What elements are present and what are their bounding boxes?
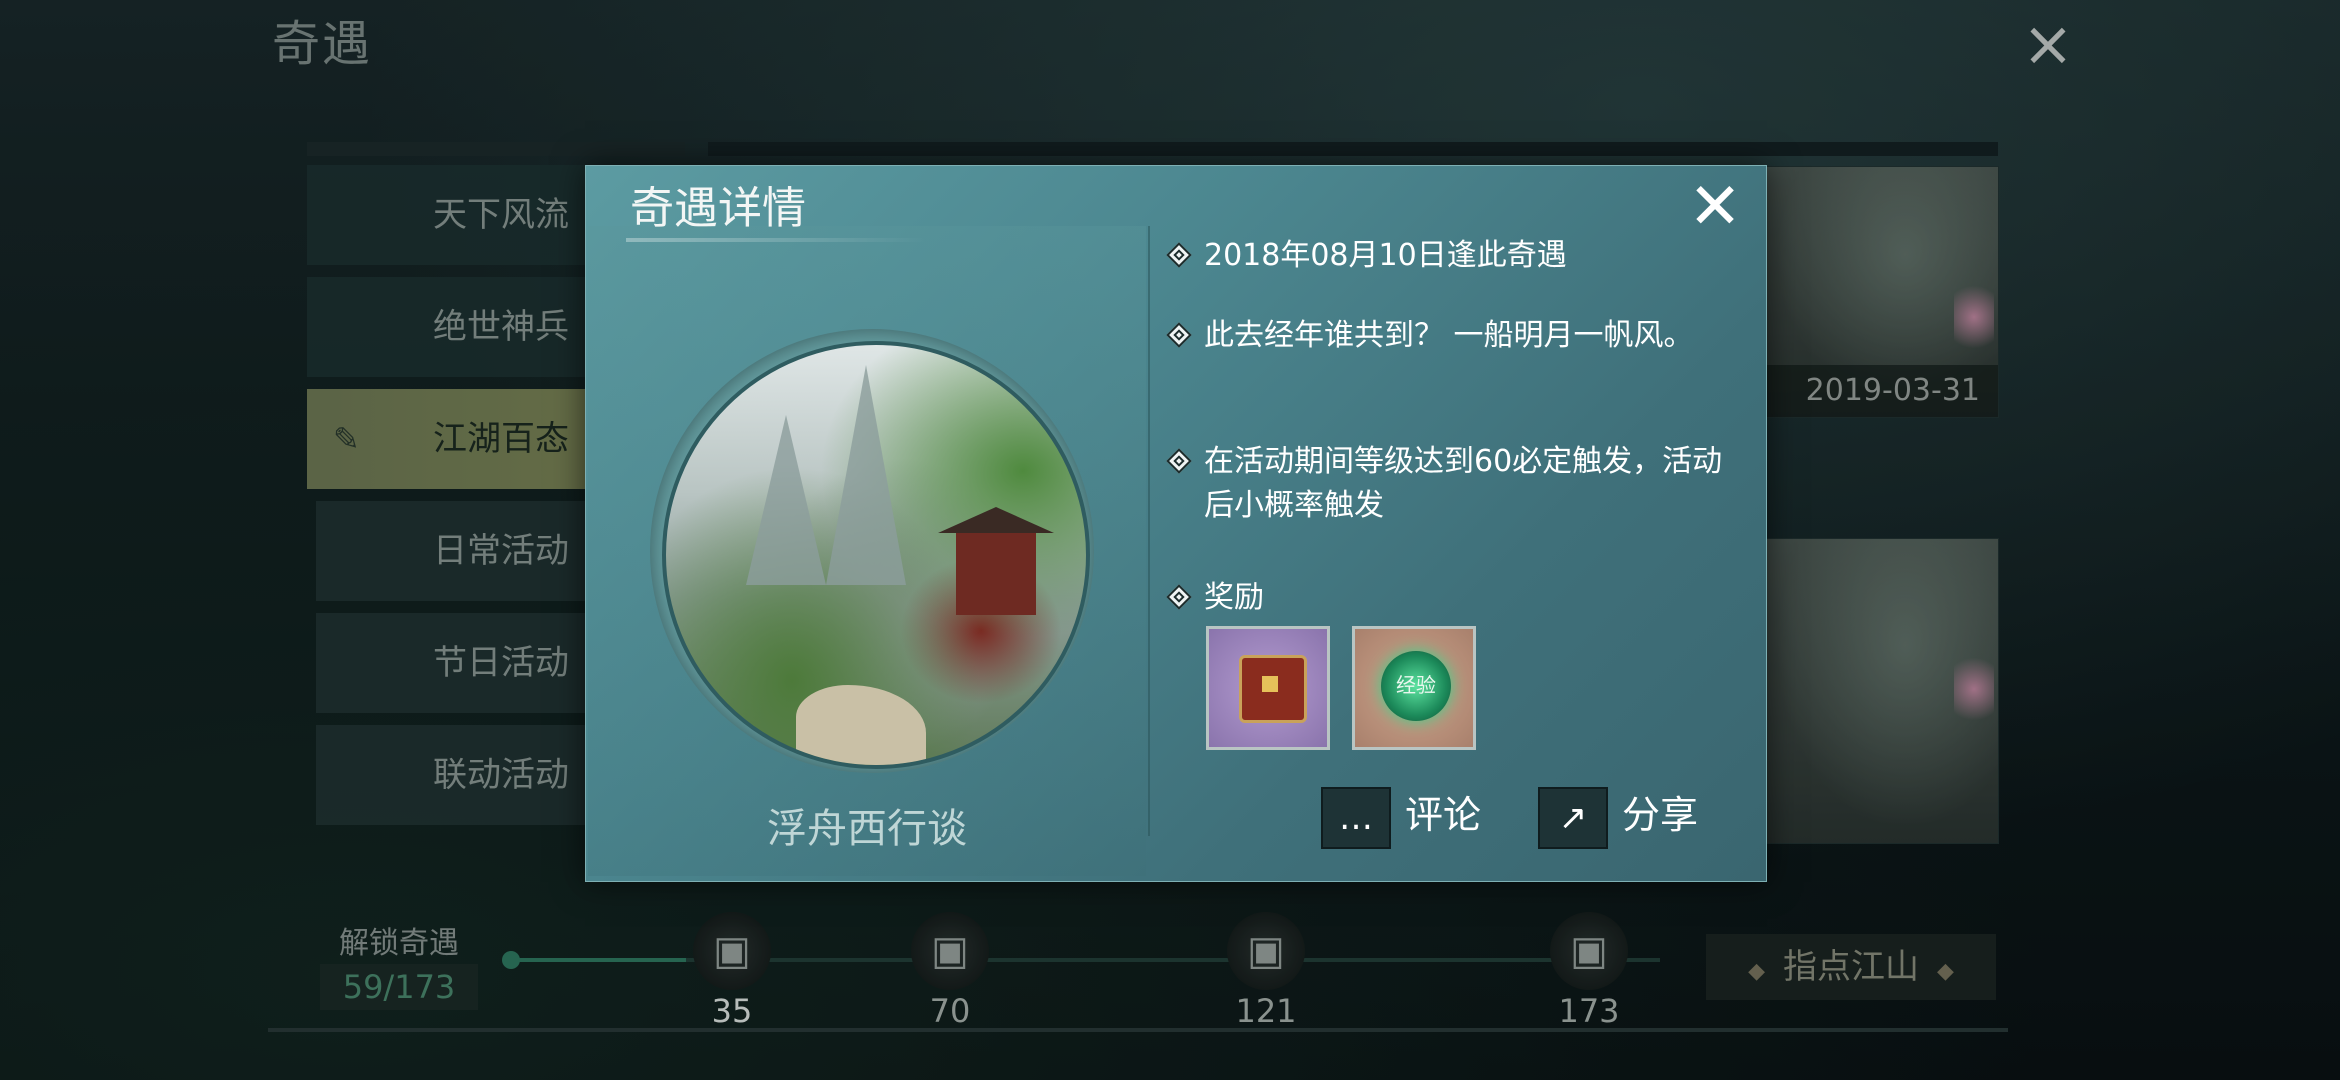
share-icon: ↗ [1538, 786, 1608, 849]
share-button[interactable]: ↗ 分享 [1538, 784, 1699, 849]
pavilion-decoration [938, 507, 1054, 615]
encounter-portrait [662, 341, 1090, 769]
diamond-bullet-icon [1166, 242, 1192, 268]
diamond-bullet-icon [1166, 322, 1192, 348]
comment-icon: … [1321, 786, 1391, 849]
close-icon[interactable]: ✕ [1678, 170, 1752, 244]
diamond-bullet-icon [1166, 448, 1192, 474]
info-rewards: 奖励 [1166, 576, 1730, 620]
rewards-label: 奖励 [1204, 580, 1264, 615]
diamond-bullet-icon [1166, 584, 1192, 610]
portrait-pane: 浮舟西行谈 [588, 226, 1146, 876]
rock-decoration [796, 685, 926, 765]
info-date: 2018年08月10日逢此奇遇 [1166, 234, 1730, 278]
mountain-decoration [746, 415, 826, 585]
reward-item[interactable] [1206, 626, 1330, 750]
comment-label: 评论 [1405, 793, 1482, 837]
mountain-decoration [826, 365, 906, 585]
date-text: 2018年08月10日逢此奇遇 [1204, 238, 1567, 273]
divider [1148, 226, 1150, 836]
encounter-detail-modal: 奇遇详情 ✕ 浮舟西行谈 2018年08月10日逢此奇遇 此去经年谁共到？ 一船… [585, 165, 1767, 882]
reward-item[interactable]: 经验 [1352, 626, 1476, 750]
condition-text: 在活动期间等级达到60必定触发，活动后小概率触发 [1204, 444, 1723, 523]
orb-label: 经验 [1396, 673, 1436, 697]
experience-orb-icon: 经验 [1381, 651, 1451, 721]
info-condition: 在活动期间等级达到60必定触发，活动后小概率触发 [1166, 440, 1730, 528]
encounter-name: 浮舟西行谈 [767, 806, 967, 852]
treasure-chest-icon [1239, 655, 1307, 723]
info-poem: 此去经年谁共到？ 一船明月一帆风。 [1166, 314, 1730, 358]
poem-text: 此去经年谁共到？ 一船明月一帆风。 [1204, 318, 1694, 353]
share-label: 分享 [1622, 793, 1699, 837]
comment-button[interactable]: … 评论 [1321, 784, 1482, 849]
